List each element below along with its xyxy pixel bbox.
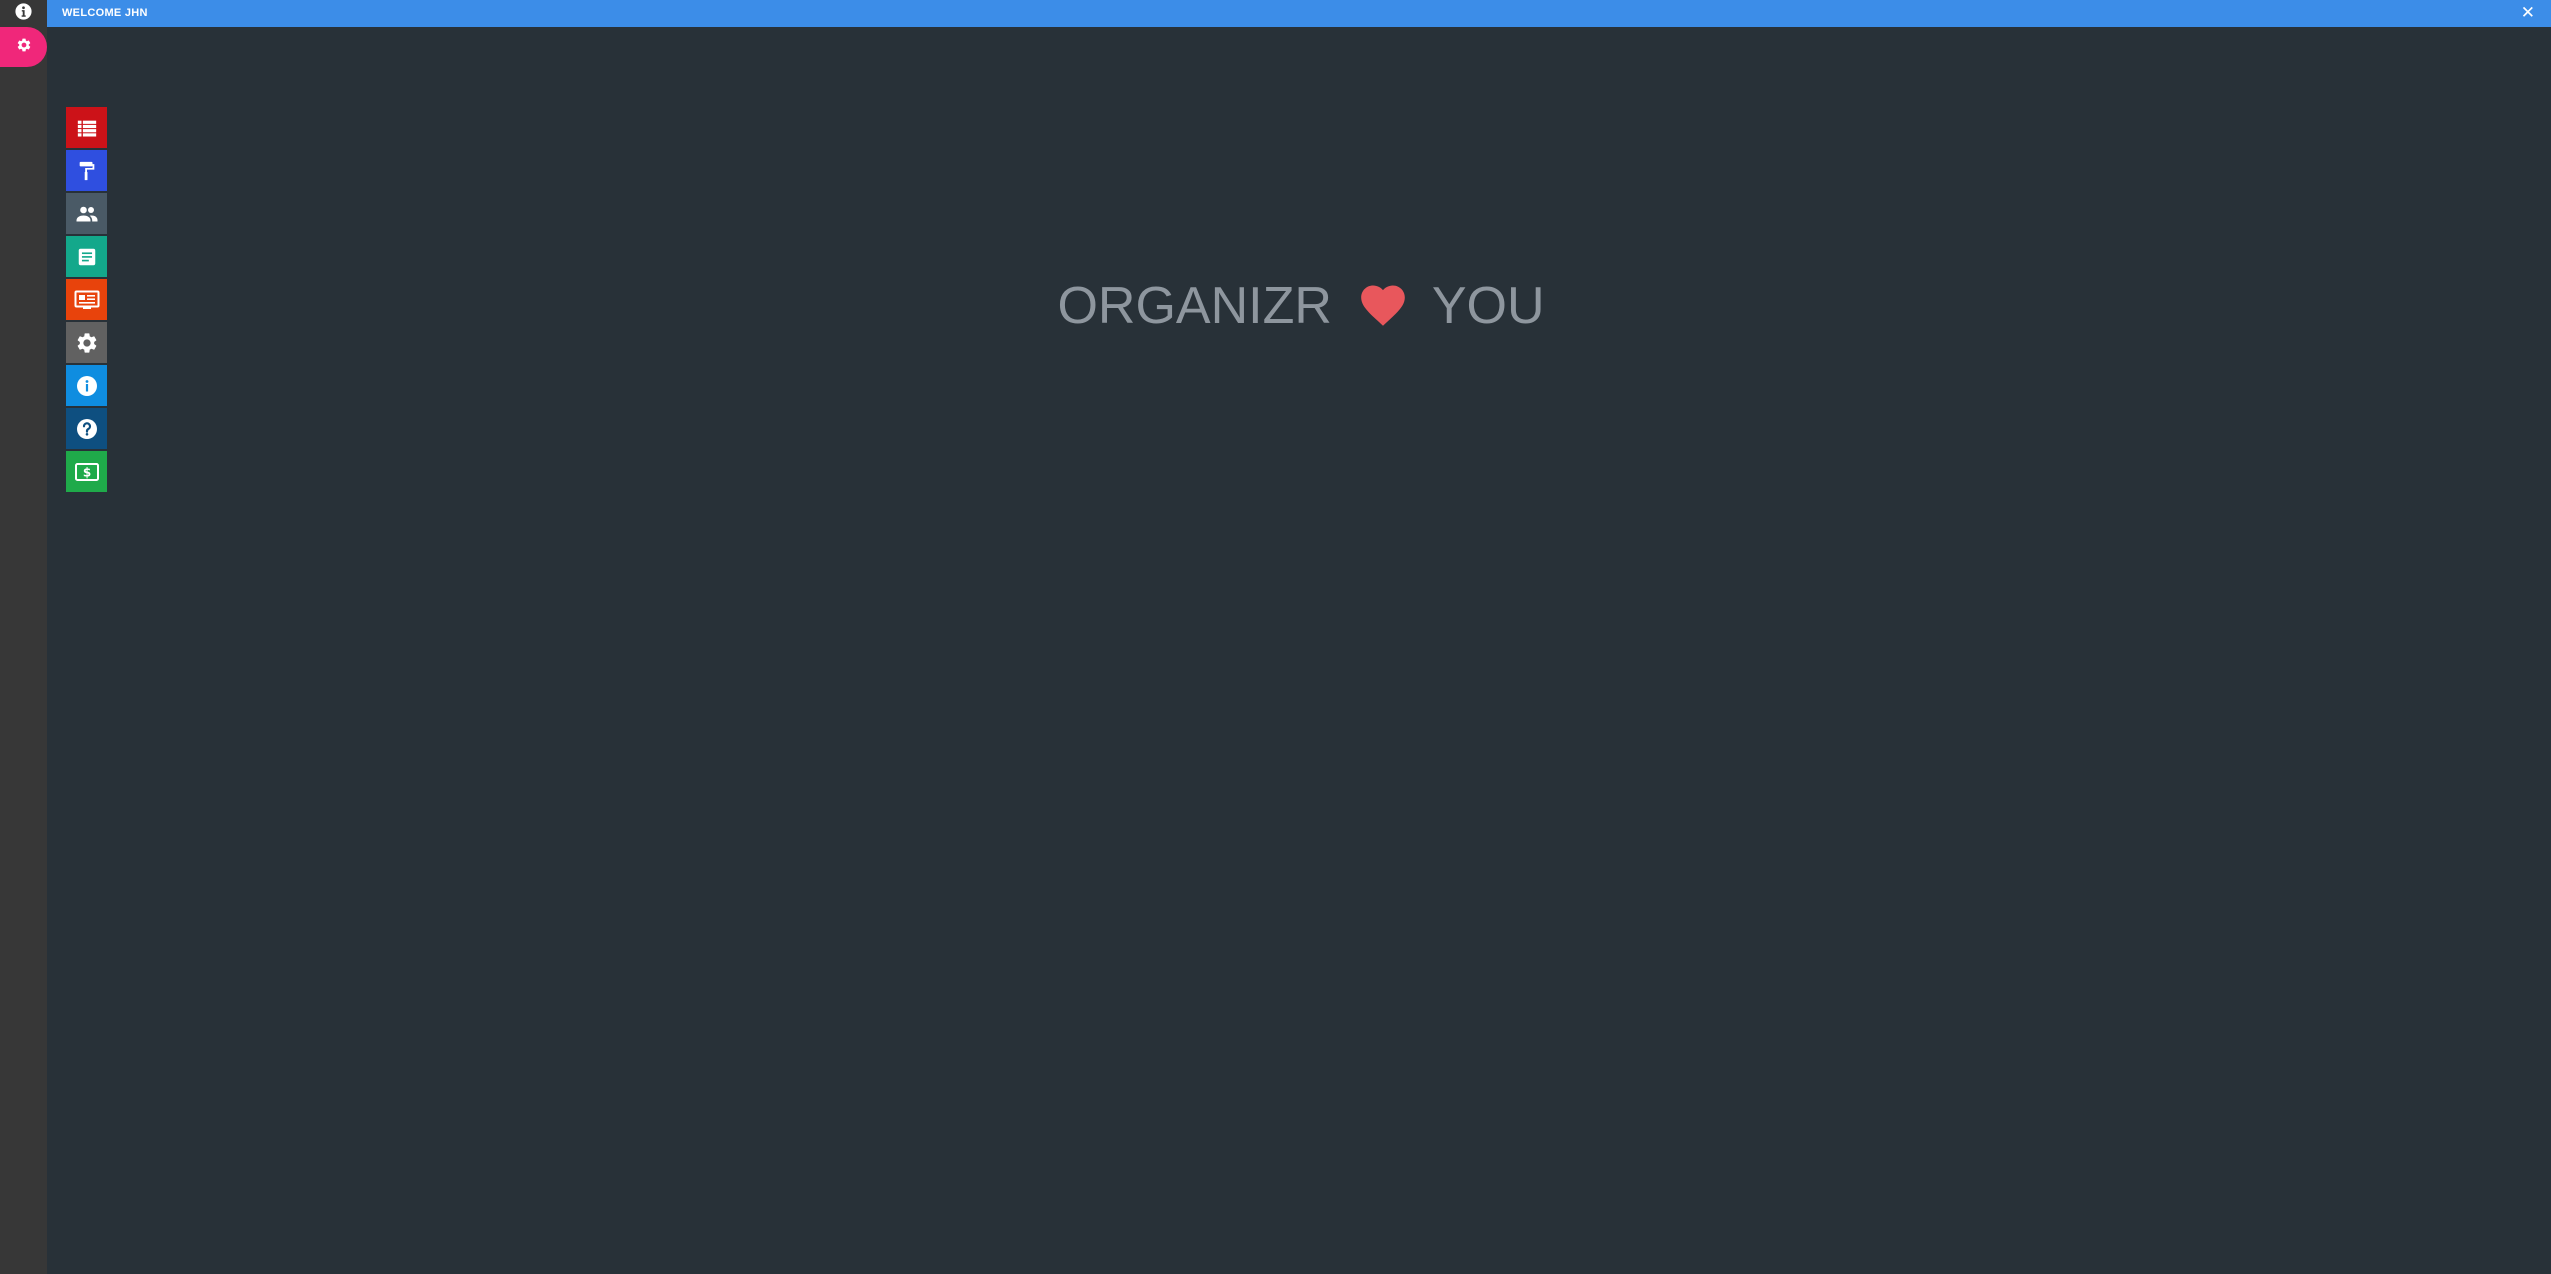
top-bar: WELCOME JHN ✕ <box>47 0 2551 27</box>
info-circle-icon <box>15 2 32 25</box>
document-icon <box>76 246 98 268</box>
close-icon[interactable]: ✕ <box>2521 3 2535 23</box>
table-list-icon <box>76 117 98 139</box>
tile-document[interactable] <box>66 236 107 277</box>
paint-roller-icon <box>76 160 98 182</box>
help-icon <box>75 417 99 441</box>
tile-info[interactable] <box>66 365 107 406</box>
users-icon <box>75 202 99 226</box>
heart-icon <box>1356 279 1410 340</box>
tile-help[interactable] <box>66 408 107 449</box>
welcome-title: WELCOME JHN <box>62 7 148 19</box>
tile-table-list[interactable] <box>66 107 107 148</box>
svg-text:$: $ <box>82 465 90 479</box>
slogan: ORGANIZR YOU <box>0 276 2551 340</box>
gear-icon <box>16 37 32 58</box>
tile-donate[interactable]: $ <box>66 451 107 492</box>
tile-theme[interactable] <box>66 150 107 191</box>
tile-users[interactable] <box>66 193 107 234</box>
slogan-right: YOU <box>1431 277 1545 335</box>
left-rail <box>0 0 47 1274</box>
rail-settings-button[interactable] <box>0 27 47 67</box>
slogan-left: ORGANIZR <box>1057 277 1332 335</box>
rail-info-button[interactable] <box>0 0 47 27</box>
info-icon <box>75 374 99 398</box>
money-icon: $ <box>74 461 100 483</box>
app-window: WELCOME JHN ✕ $ ORGANIZR YOU <box>0 0 2551 1274</box>
